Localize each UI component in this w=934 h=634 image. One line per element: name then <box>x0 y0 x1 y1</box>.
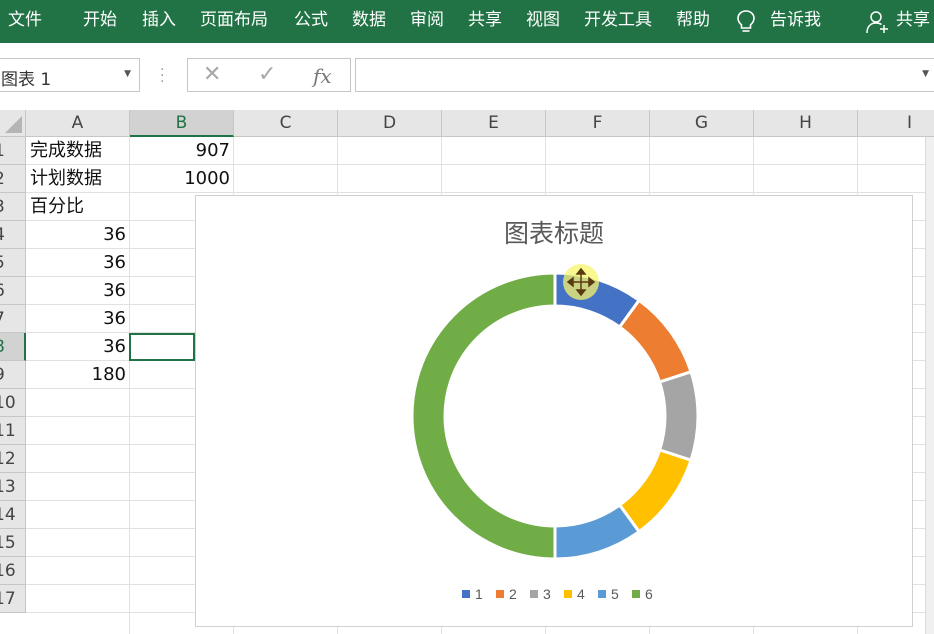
tab-review[interactable]: 审阅 <box>410 0 444 43</box>
cell-a8[interactable]: 36 <box>26 333 130 361</box>
column-header-c[interactable]: C <box>234 110 338 137</box>
legend-label-3[interactable]: 3 <box>543 586 551 602</box>
legend-label-5[interactable]: 5 <box>611 586 619 602</box>
row-header-15[interactable]: 15 <box>0 529 26 557</box>
cell-a9[interactable]: 180 <box>26 361 130 389</box>
legend-swatch-5 <box>598 590 606 598</box>
tab-developer[interactable]: 开发工具 <box>584 0 652 43</box>
legend-swatch-6 <box>632 590 640 598</box>
formula-buttons: ✕ ✓ fx <box>187 58 351 92</box>
tab-data[interactable]: 数据 <box>352 0 386 43</box>
worksheet-grid: A B C D E F G H I 1 2 3 4 5 6 7 8 9 10 1… <box>0 110 934 634</box>
drag-handle-icon[interactable]: · · · <box>160 63 164 89</box>
column-header-d[interactable]: D <box>338 110 442 137</box>
row-header-8[interactable]: 8 <box>0 333 26 361</box>
row-header-14[interactable]: 14 <box>0 501 26 529</box>
doughnut-chart[interactable]: 图表标题 123456 <box>195 195 913 627</box>
row-header-5[interactable]: 5 <box>0 249 26 277</box>
tell-me-search[interactable]: 告诉我 <box>770 0 821 43</box>
column-header-f[interactable]: F <box>546 110 650 137</box>
cell-a3[interactable]: 百分比 <box>26 193 130 221</box>
doughnut-slice-3[interactable] <box>657 369 700 463</box>
doughnut-slice-2[interactable] <box>617 298 693 384</box>
doughnut-slice-5[interactable] <box>553 502 642 561</box>
legend-swatch-1 <box>462 590 470 598</box>
row-header-16[interactable]: 16 <box>0 557 26 585</box>
tab-insert[interactable]: 插入 <box>142 0 176 43</box>
row-header-4[interactable]: 4 <box>0 221 26 249</box>
legend-label-4[interactable]: 4 <box>577 586 585 602</box>
name-box[interactable]: 图表 1 ▼ <box>0 58 140 92</box>
tab-home[interactable]: 开始 <box>83 0 117 43</box>
formula-input[interactable]: ▼ <box>355 58 934 92</box>
column-header-h[interactable]: H <box>754 110 858 137</box>
tab-file[interactable]: 文件 <box>8 0 42 43</box>
column-header-i[interactable]: I <box>858 110 934 137</box>
row-header-1[interactable]: 1 <box>0 137 26 165</box>
active-cell-b8[interactable] <box>129 333 195 361</box>
cancel-icon[interactable]: ✕ <box>203 62 221 87</box>
chart-plot-area[interactable]: 1 2 3 4 5 6 <box>196 196 912 626</box>
row-header-9[interactable]: 9 <box>0 361 26 389</box>
tab-page-layout[interactable]: 页面布局 <box>200 0 268 43</box>
share-user-icon <box>866 11 888 34</box>
row-header-17[interactable]: 17 <box>0 585 26 613</box>
row-header-10[interactable]: 10 <box>0 389 26 417</box>
enter-icon[interactable]: ✓ <box>258 62 276 87</box>
column-header-b[interactable]: B <box>130 110 234 137</box>
vertical-scrollbar[interactable] <box>925 137 934 634</box>
row-header-6[interactable]: 6 <box>0 277 26 305</box>
select-all-triangle-icon <box>5 116 22 133</box>
row-header-13[interactable]: 13 <box>0 473 26 501</box>
doughnut-slice-6[interactable] <box>410 271 557 561</box>
tab-view[interactable]: 视图 <box>526 0 560 43</box>
tab-formulas[interactable]: 公式 <box>294 0 328 43</box>
ribbon: 文件 开始 插入 页面布局 公式 数据 审阅 共享 视图 开发工具 帮助 告诉我… <box>0 0 934 43</box>
cell-a6[interactable]: 36 <box>26 277 130 305</box>
cell-a5[interactable]: 36 <box>26 249 130 277</box>
column-header-a[interactable]: A <box>26 110 130 137</box>
insert-function-button[interactable]: fx <box>313 64 332 88</box>
row-header-2[interactable]: 2 <box>0 165 26 193</box>
row-header-11[interactable]: 11 <box>0 417 26 445</box>
tab-share[interactable]: 共享 <box>468 0 502 43</box>
legend-swatch-4 <box>564 590 572 598</box>
column-header-g[interactable]: G <box>650 110 754 137</box>
formula-bar-area: 图表 1 ▼ · · · ✕ ✓ fx ▼ <box>0 43 934 110</box>
share-button[interactable]: 共享 <box>896 0 930 43</box>
legend-swatch-3 <box>530 590 538 598</box>
cell-a7[interactable]: 36 <box>26 305 130 333</box>
row-header-3[interactable]: 3 <box>0 193 26 221</box>
legend-swatch-2 <box>496 590 504 598</box>
legend-label-6[interactable]: 6 <box>645 586 653 602</box>
legend-label-1[interactable]: 1 <box>475 586 483 602</box>
chevron-down-icon[interactable]: ▼ <box>124 69 131 79</box>
chevron-down-icon[interactable]: ▼ <box>922 69 929 79</box>
cell-a2[interactable]: 计划数据 <box>26 165 130 193</box>
select-all-corner[interactable] <box>0 110 26 137</box>
cell-b2[interactable]: 1000 <box>130 165 234 193</box>
row-header-7[interactable]: 7 <box>0 305 26 333</box>
move-cursor-icon <box>563 264 599 300</box>
row-header-12[interactable]: 12 <box>0 445 26 473</box>
legend-label-2[interactable]: 2 <box>509 586 517 602</box>
tab-help[interactable]: 帮助 <box>676 0 710 43</box>
name-box-value: 图表 1 <box>1 70 52 90</box>
cell-a4[interactable]: 36 <box>26 221 130 249</box>
column-header-e[interactable]: E <box>442 110 546 137</box>
cell-b1[interactable]: 907 <box>130 137 234 165</box>
cell-a1[interactable]: 完成数据 <box>26 137 130 165</box>
lightbulb-icon <box>737 10 755 32</box>
